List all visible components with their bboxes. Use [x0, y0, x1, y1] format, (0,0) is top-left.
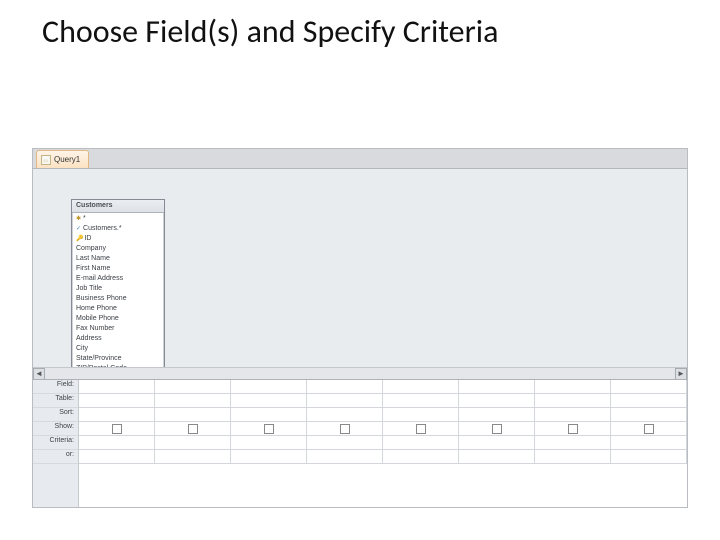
qbe-cell[interactable]: [611, 380, 687, 394]
qbe-columns[interactable]: [79, 380, 687, 507]
qbe-cell[interactable]: [611, 408, 687, 422]
qbe-cell[interactable]: [459, 450, 535, 464]
qbe-cell[interactable]: [459, 394, 535, 408]
qbe-cell[interactable]: [535, 394, 611, 408]
qbe-cell[interactable]: [307, 394, 383, 408]
slide-title: Choose Field(s) and Specify Criteria: [0, 0, 720, 55]
qbe-row-label: Table:: [33, 394, 78, 408]
field-list-customers[interactable]: Customers *Customers.*IDCompanyLast Name…: [71, 199, 165, 379]
field-list-item[interactable]: *: [76, 214, 160, 224]
query-tab[interactable]: Query1: [36, 150, 89, 168]
qbe-cell[interactable]: [155, 450, 231, 464]
qbe-cell[interactable]: [231, 422, 307, 436]
qbe-cell[interactable]: [611, 450, 687, 464]
query-tab-label: Query1: [54, 155, 80, 164]
qbe-cell[interactable]: [231, 408, 307, 422]
qbe-cell[interactable]: [79, 408, 155, 422]
field-list-item[interactable]: Fax Number: [76, 324, 160, 334]
qbe-cell[interactable]: [611, 394, 687, 408]
field-list-item[interactable]: Home Phone: [76, 304, 160, 314]
qbe-cell[interactable]: [307, 436, 383, 450]
qbe-cell[interactable]: [459, 422, 535, 436]
field-list-item[interactable]: Job Title: [76, 284, 160, 294]
field-list-item[interactable]: E-mail Address: [76, 274, 160, 284]
qbe-cell[interactable]: [231, 380, 307, 394]
qbe-cell[interactable]: [231, 394, 307, 408]
field-list-item[interactable]: ID: [76, 234, 160, 244]
field-list-item[interactable]: Last Name: [76, 254, 160, 264]
qbe-cell[interactable]: [383, 422, 459, 436]
qbe-row-label: Field:: [33, 380, 78, 394]
scroll-right-icon[interactable]: ►: [675, 368, 687, 380]
qbe-cell[interactable]: [611, 436, 687, 450]
field-list-title: Customers: [72, 200, 164, 213]
qbe-cell[interactable]: [307, 408, 383, 422]
qbe-cell[interactable]: [155, 394, 231, 408]
qbe-cell[interactable]: [535, 436, 611, 450]
access-query-designer: Query1 Customers *Customers.*IDCompanyLa…: [32, 148, 688, 508]
qbe-row-label: Criteria:: [33, 436, 78, 450]
qbe-cell[interactable]: [383, 408, 459, 422]
field-list-item[interactable]: Mobile Phone: [76, 314, 160, 324]
tab-strip: Query1: [33, 149, 687, 169]
qbe-cell[interactable]: [155, 380, 231, 394]
field-list-item[interactable]: City: [76, 344, 160, 354]
field-list-item[interactable]: Business Phone: [76, 294, 160, 304]
qbe-cell[interactable]: [459, 380, 535, 394]
qbe-cell[interactable]: [535, 422, 611, 436]
qbe-row-labels: Field:Table:Sort:Show:Criteria:or:: [33, 380, 79, 507]
horizontal-scroll-area: ◄ ►: [33, 367, 687, 379]
qbe-cell[interactable]: [459, 408, 535, 422]
qbe-row-label: Sort:: [33, 408, 78, 422]
qbe-cell[interactable]: [307, 450, 383, 464]
qbe-cell[interactable]: [611, 422, 687, 436]
field-list-item[interactable]: Address: [76, 334, 160, 344]
qbe-cell[interactable]: [79, 436, 155, 450]
qbe-row-label: or:: [33, 450, 78, 464]
qbe-cell[interactable]: [307, 380, 383, 394]
qbe-cell[interactable]: [79, 422, 155, 436]
qbe-cell[interactable]: [307, 422, 383, 436]
field-list-item[interactable]: State/Province: [76, 354, 160, 364]
scroll-left-icon[interactable]: ◄: [33, 368, 45, 380]
qbe-cell[interactable]: [383, 394, 459, 408]
field-list-item[interactable]: Customers.*: [76, 224, 160, 234]
qbe-cell[interactable]: [79, 394, 155, 408]
design-surface[interactable]: Customers *Customers.*IDCompanyLast Name…: [33, 169, 687, 379]
qbe-grid[interactable]: Field:Table:Sort:Show:Criteria:or:: [33, 379, 687, 507]
qbe-cell[interactable]: [383, 380, 459, 394]
field-list-item[interactable]: First Name: [76, 264, 160, 274]
qbe-cell[interactable]: [231, 436, 307, 450]
field-list-item[interactable]: Company: [76, 244, 160, 254]
qbe-cell[interactable]: [155, 422, 231, 436]
query-icon: [41, 155, 51, 165]
qbe-cell[interactable]: [231, 450, 307, 464]
qbe-cell[interactable]: [79, 380, 155, 394]
qbe-row-label: Show:: [33, 422, 78, 436]
qbe-cell[interactable]: [79, 450, 155, 464]
field-list-items: *Customers.*IDCompanyLast NameFirst Name…: [72, 213, 164, 379]
qbe-cell[interactable]: [155, 408, 231, 422]
qbe-cell[interactable]: [383, 450, 459, 464]
qbe-cell[interactable]: [459, 436, 535, 450]
qbe-cell[interactable]: [155, 436, 231, 450]
qbe-cell[interactable]: [535, 450, 611, 464]
qbe-cell[interactable]: [535, 380, 611, 394]
qbe-cell[interactable]: [535, 408, 611, 422]
qbe-cell[interactable]: [383, 436, 459, 450]
